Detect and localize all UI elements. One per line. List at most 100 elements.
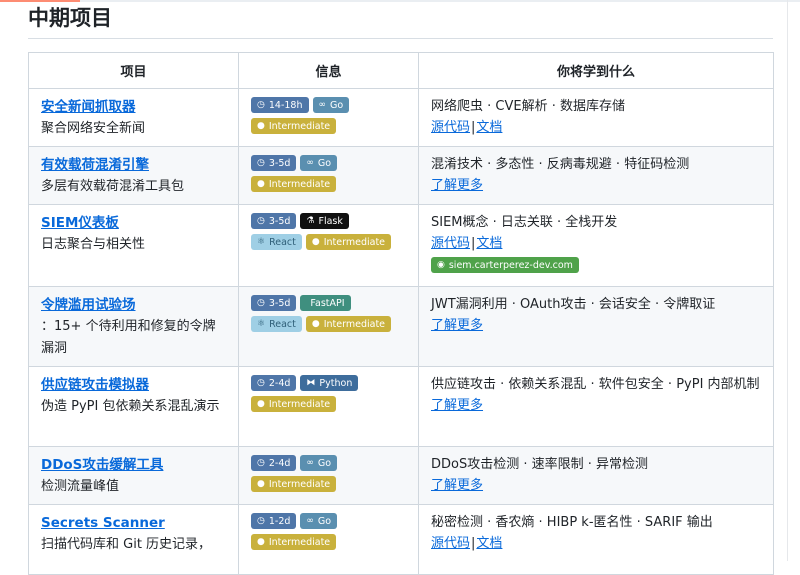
badge-group: ◷ 3-5d ∞ Go ● Intermediate bbox=[251, 154, 401, 192]
badge-dur: ◷ 3-5d bbox=[251, 295, 297, 311]
source-code-link[interactable]: 源代码 bbox=[431, 120, 470, 135]
table-row: DDoS攻击缓解工具 检测流量峰值 ◷ 2-4d ∞ Go ● Intermediate DDo… bbox=[28, 446, 774, 505]
table-row: 令牌滥用试验场 ：15+ 个待利用和修复的令牌漏洞 ◷ 3-5d FastAPI ⚛ Rea… bbox=[28, 286, 774, 367]
source-code-link[interactable]: 源代码 bbox=[431, 236, 470, 251]
project-link[interactable]: 安全新闻抓取器 bbox=[41, 96, 228, 118]
flask-icon: ⚗ bbox=[306, 216, 315, 226]
info-cell: ◷ 2-4d ∞ Go ● Intermediate bbox=[238, 446, 419, 505]
badge-text: Intermediate bbox=[268, 120, 331, 132]
info-cell: ◷ 3-5d FastAPI ⚛ React ● Intermediate bbox=[238, 286, 419, 367]
react-icon: ⚛ bbox=[257, 237, 266, 247]
docs-link[interactable]: 文档 bbox=[476, 536, 502, 551]
learn-more-link[interactable]: 了解更多 bbox=[431, 318, 483, 333]
project-cell: 安全新闻抓取器 聚合网络安全新闻 bbox=[28, 88, 239, 147]
link-separator: | bbox=[471, 536, 476, 551]
badge-group: ◷ 14-18h ∞ Go ● Intermediate bbox=[251, 96, 401, 134]
table-row: SIEM仪表板 日志聚合与相关性 ◷ 3-5d ⚗ Flask ⚛ React ● Interme… bbox=[28, 204, 774, 287]
column-header-learn: 你将学到什么 bbox=[418, 52, 774, 89]
link-separator: | bbox=[471, 236, 476, 251]
learn-more-wrap: 了解更多 bbox=[431, 316, 763, 336]
project-description: 扫描代码库和 Git 历史记录， bbox=[41, 537, 212, 552]
learn-more-link[interactable]: 了解更多 bbox=[431, 178, 483, 193]
badge-text: Go bbox=[317, 157, 332, 169]
badge-level: ● Intermediate bbox=[305, 316, 392, 332]
badge-level: ● Intermediate bbox=[251, 396, 337, 412]
info-cell: ◷ 3-5d ⚗ Flask ⚛ React ● Intermediate bbox=[238, 204, 419, 287]
badge-dur: ◷ 2-4d bbox=[251, 375, 297, 391]
badge-dur: ◷ 3-5d bbox=[251, 155, 297, 171]
active-tab-indicator bbox=[0, 0, 80, 2]
learn-cell: DDoS攻击检测 · 速率限制 · 异常检测 了解更多 bbox=[418, 446, 774, 505]
project-cell: 供应链攻击模拟器 伪造 PyPI 包依赖关系混乱演示 bbox=[28, 366, 239, 447]
table-row: 安全新闻抓取器 聚合网络安全新闻 ◷ 14-18h ∞ Go ● Intermediate 网络… bbox=[28, 88, 774, 147]
learn-cell: 秘密检测 · 香农熵 · HIBP k-匿名性 · SARIF 输出 源代码|文档 bbox=[418, 504, 774, 575]
badge-group: ◷ 2-4d ⧓ Python ● Intermediate bbox=[251, 374, 401, 412]
badge-text: Go bbox=[330, 99, 344, 111]
dot-icon: ● bbox=[257, 399, 265, 409]
docs-link[interactable]: 文档 bbox=[476, 120, 502, 135]
badge-text: React bbox=[269, 318, 296, 330]
table-header-row: 项目 信息 你将学到什么 bbox=[28, 52, 774, 89]
learn-cell: JWT漏洞利用 · OAuth攻击 · 会话安全 · 令牌取证 了解更多 bbox=[418, 286, 774, 367]
go-icon: ∞ bbox=[318, 100, 327, 110]
dot-icon: ● bbox=[311, 319, 320, 329]
project-description: 多层有效载荷混淆工具包 bbox=[41, 179, 185, 194]
learn-text: SIEM概念 · 日志关联 · 全栈开发 bbox=[431, 215, 618, 230]
doc-links: 源代码|文档 bbox=[431, 534, 763, 554]
badge-text: 2-4d bbox=[268, 457, 291, 469]
source-code-link[interactable]: 源代码 bbox=[431, 536, 470, 551]
badge-text: FastAPI bbox=[310, 297, 345, 309]
go-icon: ∞ bbox=[306, 158, 314, 168]
project-link[interactable]: 令牌滥用试验场 bbox=[41, 294, 228, 316]
badge-text: 3-5d bbox=[268, 297, 291, 309]
react-icon: ⚛ bbox=[257, 319, 266, 329]
badge-group: ◷ 2-4d ∞ Go ● Intermediate bbox=[251, 454, 401, 492]
clock-icon: ◷ bbox=[257, 298, 265, 308]
learn-text: 供应链攻击 · 依赖关系混乱 · 软件包安全 · PyPI 内部机制 bbox=[431, 377, 760, 392]
learn-text: JWT漏洞利用 · OAuth攻击 · 会话安全 · 令牌取证 bbox=[431, 297, 716, 312]
table-row: 供应链攻击模拟器 伪造 PyPI 包依赖关系混乱演示 ◷ 2-4d ⧓ Python ● In… bbox=[28, 366, 774, 447]
globe-icon: ◉ bbox=[437, 260, 445, 270]
badge-text: Flask bbox=[318, 215, 343, 227]
info-cell: ◷ 1-2d ∞ Go ● Intermediate bbox=[238, 504, 419, 575]
learn-cell: 供应链攻击 · 依赖关系混乱 · 软件包安全 · PyPI 内部机制 了解更多 bbox=[418, 366, 774, 447]
badge-fastapi: FastAPI bbox=[300, 295, 351, 311]
badge-python: ⧓ Python bbox=[300, 375, 359, 391]
project-link[interactable]: Secrets Scanner bbox=[41, 512, 228, 534]
site-link-badge[interactable]: ◉ siem.carterperez-dev.com bbox=[431, 257, 579, 273]
learn-more-link[interactable]: 了解更多 bbox=[431, 478, 483, 493]
badge-react: ⚛ React bbox=[251, 234, 302, 250]
learn-more-wrap: 了解更多 bbox=[431, 176, 763, 196]
badge-dur: ◷ 2-4d bbox=[251, 455, 297, 471]
dot-icon: ● bbox=[257, 179, 265, 189]
clock-icon: ◷ bbox=[257, 100, 265, 110]
badge-dur: ◷ 3-5d bbox=[251, 213, 297, 229]
section-title: 中期项目 bbox=[28, 6, 112, 30]
badge-text: 3-5d bbox=[268, 215, 291, 227]
learn-text: 网络爬虫 · CVE解析 · 数据库存储 bbox=[431, 99, 625, 114]
badge-text: React bbox=[269, 236, 296, 248]
project-link[interactable]: 有效载荷混淆引擎 bbox=[41, 154, 228, 176]
badge-go: ∞ Go bbox=[300, 155, 338, 171]
badge-text: Go bbox=[317, 515, 332, 527]
column-header-project: 项目 bbox=[28, 52, 239, 89]
badge-react: ⚛ React bbox=[251, 316, 302, 332]
badge-text: Intermediate bbox=[268, 398, 331, 410]
project-link[interactable]: 供应链攻击模拟器 bbox=[41, 374, 228, 396]
project-cell: 令牌滥用试验场 ：15+ 个待利用和修复的令牌漏洞 bbox=[28, 286, 239, 367]
docs-link[interactable]: 文档 bbox=[476, 236, 502, 251]
site-url: siem.carterperez-dev.com bbox=[448, 259, 573, 271]
badge-text: Intermediate bbox=[323, 236, 386, 248]
badge-text: Intermediate bbox=[268, 178, 331, 190]
clock-icon: ◷ bbox=[257, 458, 265, 468]
learn-more-link[interactable]: 了解更多 bbox=[431, 398, 483, 413]
project-cell: SIEM仪表板 日志聚合与相关性 bbox=[28, 204, 239, 287]
doc-links: 源代码|文档 bbox=[431, 118, 763, 138]
project-link[interactable]: DDoS攻击缓解工具 bbox=[41, 454, 228, 476]
project-cell: 有效载荷混淆引擎多层有效载荷混淆工具包 bbox=[28, 146, 239, 205]
badge-level: ● Intermediate bbox=[251, 534, 337, 550]
project-link[interactable]: SIEM仪表板 bbox=[41, 212, 228, 234]
badge-text: 14-18h bbox=[268, 99, 303, 111]
learn-cell: SIEM概念 · 日志关联 · 全栈开发 源代码|文档 ◉ siem.carterpe… bbox=[418, 204, 774, 287]
project-cell: Secrets Scanner 扫描代码库和 Git 历史记录， bbox=[28, 504, 239, 575]
